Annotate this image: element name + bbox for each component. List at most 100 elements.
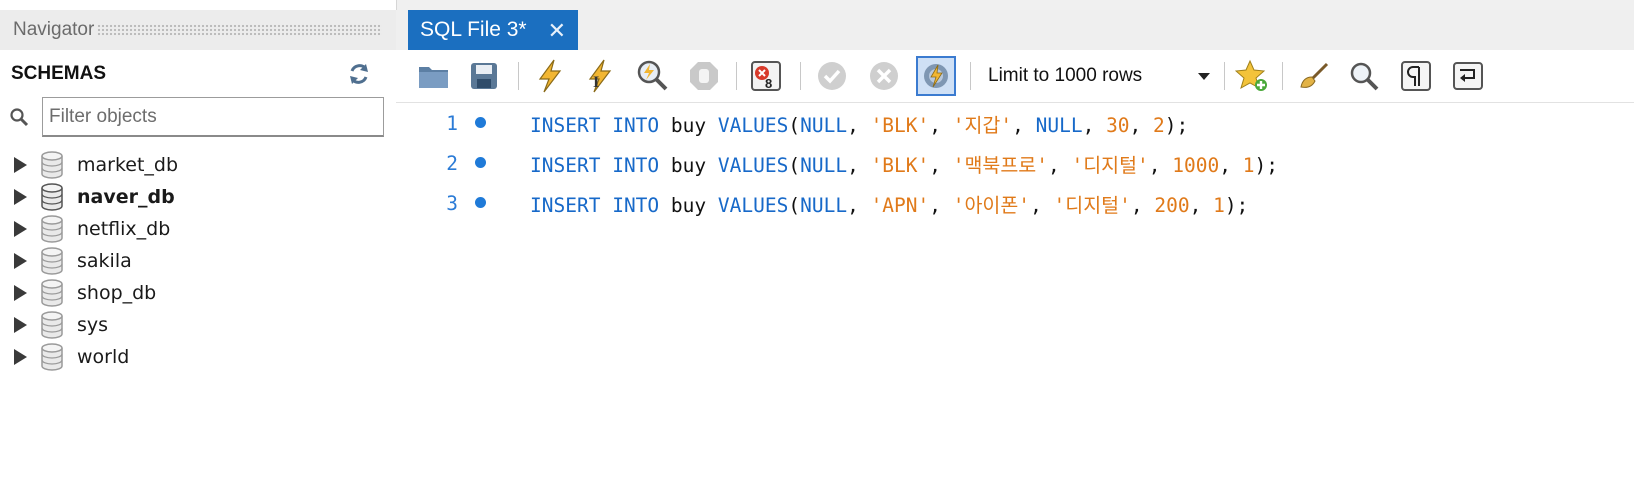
code-line[interactable]: 3 INSERT INTO buy VALUES(NULL, 'APN', '아이…: [396, 183, 1634, 223]
database-icon: [41, 215, 63, 243]
expand-arrow-icon[interactable]: [14, 157, 27, 173]
schema-name: sakila: [77, 250, 132, 272]
code-line[interactable]: 2 INSERT INTO buy VALUES(NULL, 'BLK', '맥북…: [396, 143, 1634, 183]
invisible-chars-icon[interactable]: [1398, 58, 1434, 94]
sql-token: INTO: [612, 193, 660, 217]
tab-label: SQL File 3*: [420, 18, 527, 41]
tab-sql-file-3[interactable]: SQL File 3* ✕: [408, 10, 578, 50]
expand-arrow-icon[interactable]: [14, 253, 27, 269]
find-icon[interactable]: [1346, 58, 1382, 94]
sql-token: ,: [1082, 113, 1107, 137]
bookmark-add-icon[interactable]: [1234, 58, 1270, 94]
execute-current-icon[interactable]: I: [582, 58, 618, 94]
statement-marker-icon: [475, 157, 486, 168]
sql-token: 1: [1213, 193, 1225, 217]
panel-grip[interactable]: [97, 24, 382, 36]
navigator-title: Navigator: [13, 19, 95, 40]
sql-token: 'BLK': [870, 113, 930, 137]
schema-item[interactable]: world: [0, 341, 396, 373]
autocommit-icon[interactable]: [916, 56, 956, 96]
beautify-icon[interactable]: [1296, 58, 1332, 94]
limit-rows-select[interactable]: Limit to 1000 rows: [984, 58, 1222, 94]
rollback-icon[interactable]: [866, 58, 902, 94]
database-icon: [41, 343, 63, 371]
sql-token: 'BLK': [870, 153, 930, 177]
sql-token: ,: [1189, 193, 1214, 217]
sql-statement: INSERT INTO buy VALUES(NULL, 'BLK', '맥북프…: [530, 149, 1278, 178]
sql-token: '디지털': [1053, 193, 1131, 217]
sql-token: '지갑': [952, 113, 1013, 137]
sql-token: ,: [1219, 153, 1243, 177]
word-wrap-icon[interactable]: [1450, 58, 1486, 94]
sql-token: ,: [847, 153, 871, 177]
code-line[interactable]: 1 INSERT INTO buy VALUES(NULL, 'BLK', '지갑…: [396, 103, 1634, 143]
expand-arrow-icon[interactable]: [14, 221, 27, 237]
close-icon[interactable]: ✕: [548, 18, 566, 44]
schema-name: market_db: [77, 154, 179, 176]
filter-row: [0, 97, 396, 139]
filter-objects-input[interactable]: [42, 97, 384, 137]
sql-token: INSERT: [530, 113, 601, 137]
open-folder-icon[interactable]: [416, 58, 452, 94]
database-icon: [41, 183, 63, 211]
sql-token: INSERT: [530, 153, 601, 177]
expand-arrow-icon[interactable]: [14, 317, 27, 333]
toolbar-separator: [970, 62, 971, 90]
expand-arrow-icon[interactable]: [14, 285, 27, 301]
sql-token: (: [788, 153, 801, 177]
database-icon: [41, 279, 63, 307]
svg-text:8: 8: [765, 76, 772, 91]
sql-token: ,: [929, 193, 953, 217]
sql-token: '디지털': [1071, 153, 1149, 177]
sql-token: );: [1224, 193, 1249, 217]
expand-arrow-icon[interactable]: [14, 349, 27, 365]
schema-item[interactable]: sakila: [0, 245, 396, 277]
sql-token: INSERT: [530, 193, 601, 217]
toggle-error-icon[interactable]: 8: [748, 58, 784, 94]
navigator-panel: Navigator SCHEMAS market_db naver_dbnetfl…: [0, 0, 397, 492]
expand-arrow-icon[interactable]: [14, 189, 27, 205]
sql-token: NULL: [800, 113, 848, 137]
sql-token: ,: [847, 193, 871, 217]
commit-icon[interactable]: [814, 58, 850, 94]
sql-token: ,: [1130, 193, 1155, 217]
line-number: 1: [446, 111, 458, 135]
save-icon[interactable]: [466, 58, 502, 94]
schema-item[interactable]: naver_db: [0, 181, 396, 213]
schema-name: world: [77, 346, 130, 368]
schema-item[interactable]: netflix_db: [0, 213, 396, 245]
sql-token: NULL: [800, 153, 848, 177]
explain-icon[interactable]: [634, 58, 670, 94]
toolbar-separator: [1224, 62, 1225, 90]
sql-token: 200: [1154, 193, 1190, 217]
sql-token: NULL: [1035, 113, 1083, 137]
sql-token: VALUES: [717, 153, 789, 177]
sql-token: '맥북프로': [952, 153, 1048, 177]
execute-icon[interactable]: [532, 58, 568, 94]
toolbar-separator: [1282, 62, 1283, 90]
database-icon: [41, 247, 63, 275]
statement-marker-icon: [475, 117, 486, 128]
schema-item[interactable]: sys: [0, 309, 396, 341]
sql-token: '아이폰': [952, 193, 1031, 217]
sql-token: );: [1164, 113, 1189, 137]
stop-icon[interactable]: [686, 58, 722, 94]
sql-token: INTO: [612, 153, 660, 177]
toolbar-separator: [518, 62, 519, 90]
sql-editor[interactable]: 1 INSERT INTO buy VALUES(NULL, 'BLK', '지갑…: [396, 103, 1634, 492]
refresh-icon[interactable]: [346, 61, 372, 87]
sql-token: ,: [847, 113, 871, 137]
schema-item[interactable]: market_db: [0, 149, 396, 181]
schema-item[interactable]: shop_db: [0, 277, 396, 309]
schemas-header: SCHEMAS: [0, 55, 396, 93]
sql-token: VALUES: [717, 193, 789, 217]
sql-editor-toolbar: I 8 Limit to 1000 rows: [396, 50, 1634, 103]
sql-token: NULL: [800, 193, 848, 217]
sql-token: (: [788, 113, 801, 137]
schema-tree: market_db naver_db netflix_dbsakila shop_db…: [0, 149, 396, 373]
